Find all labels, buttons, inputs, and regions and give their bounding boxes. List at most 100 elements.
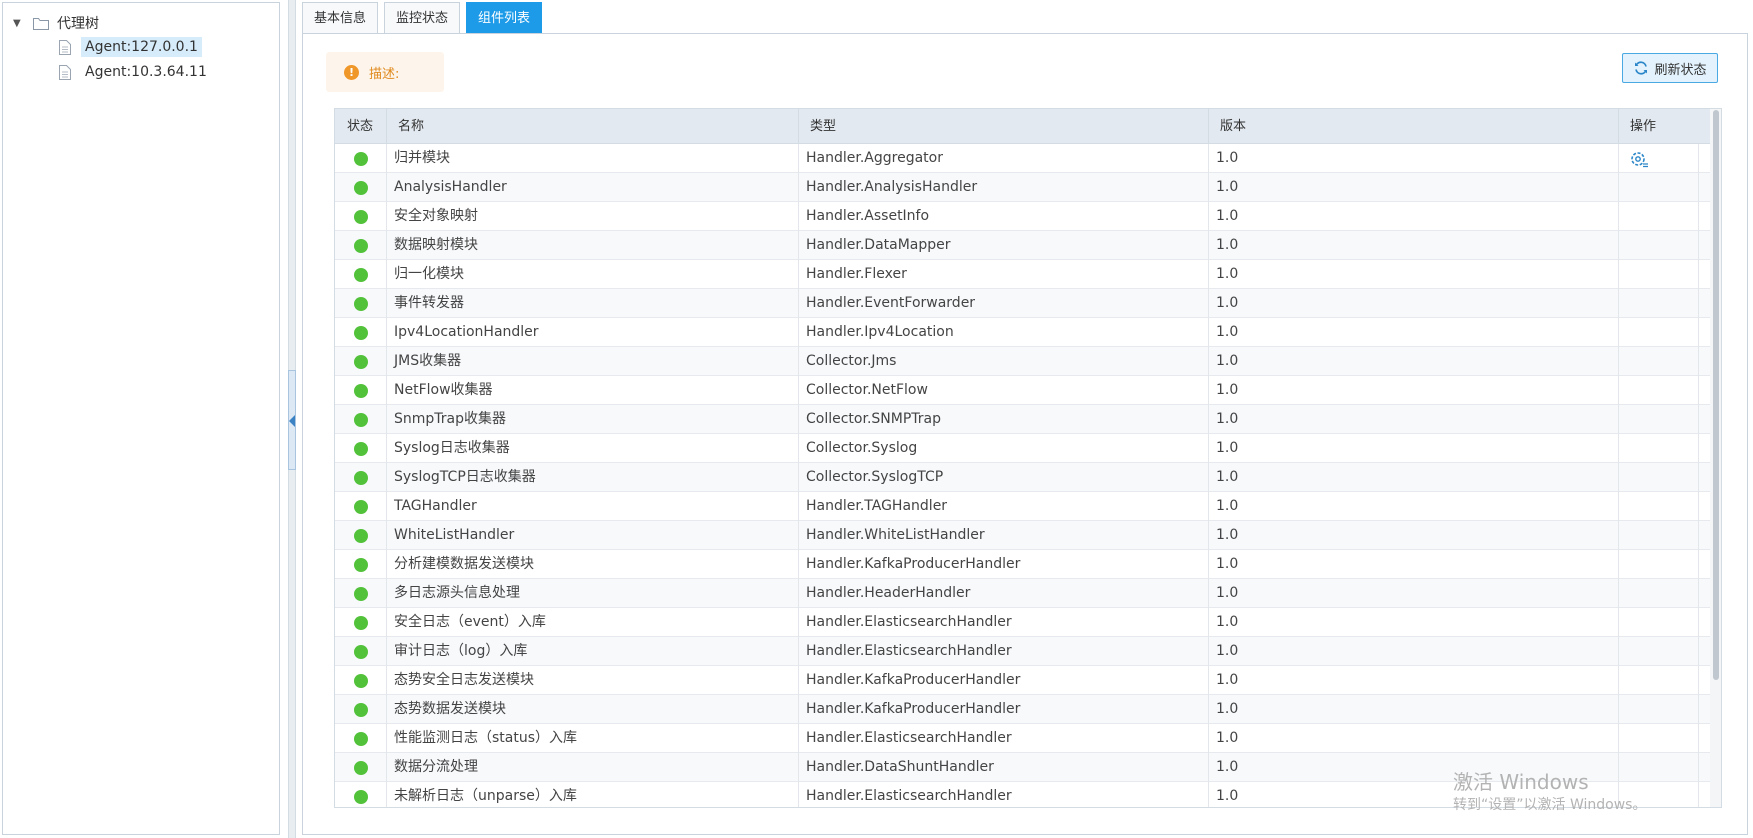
version-cell: 1.0	[1209, 289, 1619, 318]
name-cell: 安全日志（event）入库	[387, 608, 799, 637]
tree-item-label: Agent:10.3.64.11	[85, 64, 207, 80]
table-row[interactable]: 数据分流处理 Handler.DataShuntHandler 1.0	[335, 753, 1710, 782]
column-header-type[interactable]: 类型	[799, 109, 1209, 144]
table-row[interactable]: Ipv4LocationHandler Handler.Ipv4Location 1…	[335, 318, 1710, 347]
column-header-name[interactable]: 名称	[387, 109, 799, 144]
status-cell	[335, 260, 387, 289]
type-cell: Handler.DataMapper	[799, 231, 1209, 260]
status-running-icon	[353, 267, 368, 282]
table-row[interactable]: 多日志源头信息处理 Handler.HeaderHandler 1.0	[335, 579, 1710, 608]
table-row[interactable]: 安全日志（event）入库 Handler.ElasticsearchHandle…	[335, 608, 1710, 637]
name-cell: 安全对象映射	[387, 202, 799, 231]
tree-root-label: 代理树	[57, 16, 99, 32]
version-cell: 1.0	[1209, 347, 1619, 376]
table-row[interactable]: 未解析日志（unparse）入库 Handler.ElasticsearchHan…	[335, 782, 1710, 807]
action-cell	[1619, 724, 1699, 753]
action-cell	[1619, 347, 1699, 376]
table-row[interactable]: 事件转发器 Handler.EventForwarder 1.0	[335, 289, 1710, 318]
table-row[interactable]: SyslogTCP日志收集器 Collector.SyslogTCP 1.0	[335, 463, 1710, 492]
table-row[interactable]: 态势数据发送模块 Handler.KafkaProducerHandler 1.0	[335, 695, 1710, 724]
table-row[interactable]: TAGHandler Handler.TAGHandler 1.0	[335, 492, 1710, 521]
tab-basic-info[interactable]: 基本信息	[302, 2, 379, 34]
table-row[interactable]: 性能监测日志（status）入库 Handler.ElasticsearchHan…	[335, 724, 1710, 753]
caret-down-icon[interactable]: ▼	[13, 18, 27, 29]
action-cell	[1619, 608, 1699, 637]
table-row[interactable]: JMS收集器 Collector.Jms 1.0	[335, 347, 1710, 376]
type-cell: Handler.ElasticsearchHandler	[799, 782, 1209, 807]
version-cell: 1.0	[1209, 637, 1619, 666]
column-header-version[interactable]: 版本	[1209, 109, 1619, 144]
column-header-status[interactable]: 状态	[335, 109, 387, 144]
version-cell: 1.0	[1209, 724, 1619, 753]
table-row[interactable]: 分析建模数据发送模块 Handler.KafkaProducerHandler 1.…	[335, 550, 1710, 579]
action-cell	[1619, 144, 1699, 173]
status-cell	[335, 666, 387, 695]
action-cell	[1619, 434, 1699, 463]
status-running-icon	[353, 180, 368, 195]
name-cell: 归一化模块	[387, 260, 799, 289]
status-running-icon	[353, 151, 368, 166]
table-row[interactable]: 归一化模块 Handler.Flexer 1.0	[335, 260, 1710, 289]
status-running-icon	[353, 412, 368, 427]
table-row[interactable]: 数据映射模块 Handler.DataMapper 1.0	[335, 231, 1710, 260]
name-cell: 态势安全日志发送模块	[387, 666, 799, 695]
table-row[interactable]: Syslog日志收集器 Collector.Syslog 1.0	[335, 434, 1710, 463]
type-cell: Handler.Flexer	[799, 260, 1209, 289]
action-cell	[1619, 753, 1699, 782]
action-cell	[1619, 463, 1699, 492]
type-cell: Handler.KafkaProducerHandler	[799, 550, 1209, 579]
table-row[interactable]: 归并模块 Handler.Aggregator 1.0	[335, 144, 1710, 173]
gear-icon[interactable]	[1629, 149, 1649, 169]
table-row[interactable]: 审计日志（log）入库 Handler.ElasticsearchHandler 1…	[335, 637, 1710, 666]
action-cell	[1619, 260, 1699, 289]
action-cell	[1619, 695, 1699, 724]
collapse-panel-button[interactable]	[288, 370, 296, 470]
description-label: 描述:	[369, 66, 400, 82]
tree-root[interactable]: ▼ 代理树	[13, 11, 99, 35]
status-running-icon	[353, 673, 368, 688]
name-cell: WhiteListHandler	[387, 521, 799, 550]
version-cell: 1.0	[1209, 202, 1619, 231]
action-cell	[1619, 231, 1699, 260]
action-cell	[1619, 202, 1699, 231]
table-row[interactable]: 态势安全日志发送模块 Handler.KafkaProducerHandler 1.…	[335, 666, 1710, 695]
scrollbar-thumb[interactable]	[1713, 110, 1719, 680]
status-cell	[335, 782, 387, 807]
type-cell: Handler.Ipv4Location	[799, 318, 1209, 347]
table-row[interactable]: 安全对象映射 Handler.AssetInfo 1.0	[335, 202, 1710, 231]
status-cell	[335, 579, 387, 608]
name-cell: 事件转发器	[387, 289, 799, 318]
table-row[interactable]: AnalysisHandler Handler.AnalysisHandler 1.…	[335, 173, 1710, 202]
vertical-scrollbar[interactable]	[1710, 109, 1721, 807]
type-cell: Handler.ElasticsearchHandler	[799, 608, 1209, 637]
column-header-action: 操作	[1630, 119, 1657, 134]
file-icon	[59, 64, 71, 80]
tree-item-agent-127-0-0-1[interactable]: Agent:127.0.0.1	[59, 35, 202, 59]
refresh-status-button[interactable]: 刷新状态	[1622, 53, 1718, 83]
status-cell	[335, 231, 387, 260]
table-row[interactable]: SnmpTrap收集器 Collector.SNMPTrap 1.0	[335, 405, 1710, 434]
type-cell: Handler.TAGHandler	[799, 492, 1209, 521]
table-row[interactable]: NetFlow收集器 Collector.NetFlow 1.0	[335, 376, 1710, 405]
description-alert: ! 描述:	[326, 52, 444, 92]
status-cell	[335, 608, 387, 637]
version-cell: 1.0	[1209, 434, 1619, 463]
status-running-icon	[353, 586, 368, 601]
status-cell	[335, 724, 387, 753]
type-cell: Handler.AnalysisHandler	[799, 173, 1209, 202]
status-running-icon	[353, 615, 368, 630]
status-cell	[335, 695, 387, 724]
table-row[interactable]: WhiteListHandler Handler.WhiteListHandler…	[335, 521, 1710, 550]
version-cell: 1.0	[1209, 376, 1619, 405]
tree-item-agent-10-3-64-11[interactable]: Agent:10.3.64.11	[59, 60, 211, 84]
component-list-panel: ! 描述: 刷新状态 状态 名称 类型 版本 操作 归并模块 Handler.Ag…	[302, 33, 1748, 835]
name-cell: TAGHandler	[387, 492, 799, 521]
status-running-icon	[353, 731, 368, 746]
action-cell	[1619, 173, 1699, 202]
type-cell: Handler.AssetInfo	[799, 202, 1209, 231]
tab-component-list[interactable]: 组件列表	[466, 2, 543, 34]
status-running-icon	[353, 238, 368, 253]
action-cell	[1619, 318, 1699, 347]
tab-monitor-status[interactable]: 监控状态	[384, 2, 461, 34]
action-cell	[1619, 782, 1699, 807]
